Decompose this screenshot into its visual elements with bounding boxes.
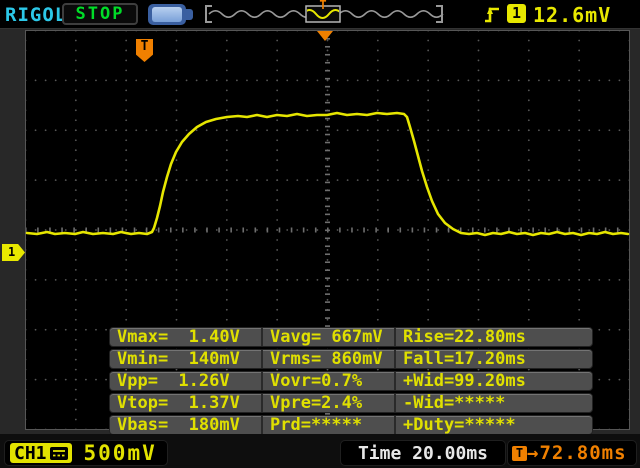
measurement-vpre: Vpre=2.4%	[261, 394, 394, 412]
measurement-vmin: Vmin= 140mV	[110, 350, 261, 368]
measurement-vbas: Vbas= 180mV	[110, 416, 261, 434]
trigger-offset-value: →72.80ms	[527, 442, 627, 464]
measurement-prd: Prd=*****	[261, 416, 394, 434]
trigger-offset-badge: T	[512, 446, 527, 461]
svg-text:T: T	[319, 0, 326, 12]
measurement-row: Vmax= 1.40V Vavg= 667mV Rise=22.80ms	[109, 327, 593, 347]
measurement-rise: Rise=22.80ms	[394, 328, 592, 346]
measurement-fall: Fall=17.20ms	[394, 350, 592, 368]
trigger-level-value: 12.6mV	[533, 3, 611, 27]
measurement-row: Vbas= 180mV Prd=***** +Duty=*****	[109, 415, 593, 435]
oscilloscope-screen: RIGOL STOP T 1 12.6mV T 1 Vmax= 1.40V Va…	[0, 0, 640, 468]
measurement-vrms: Vrms= 860mV	[261, 350, 394, 368]
dc-coupling-icon	[50, 447, 68, 460]
top-bar: RIGOL STOP T 1 12.6mV	[0, 0, 640, 29]
usb-drive-icon	[148, 4, 186, 25]
brand-logo: RIGOL	[5, 4, 67, 26]
channel1-label: CH1	[14, 443, 47, 464]
channel1-scale-value: 500mV	[84, 441, 157, 465]
horizontal-trigger-marker-icon	[317, 31, 333, 41]
trigger-offset-group: T →72.80ms	[507, 440, 637, 466]
measurement-pduty: +Duty=*****	[394, 416, 592, 434]
timebase-value: Time 20.00ms	[340, 440, 506, 466]
measurement-row: Vtop= 1.37V Vpre=2.4% -Wid=*****	[109, 393, 593, 413]
measurement-nwid: -Wid=*****	[394, 394, 592, 412]
horizontal-position-indicator: T	[203, 0, 445, 27]
measurement-vavg: Vavg= 667mV	[261, 328, 394, 346]
channel1-ground-marker: 1	[2, 244, 25, 261]
measurement-vovr: Vovr=0.7%	[261, 372, 394, 390]
usb-drive-icon-plug	[185, 9, 193, 20]
trigger-edge-icon	[483, 4, 501, 24]
measurement-vpp: Vpp= 1.26V	[110, 372, 261, 390]
usb-drive-icon-body	[152, 7, 182, 22]
trigger-source-badge: 1	[507, 4, 526, 23]
measurement-vtop: Vtop= 1.37V	[110, 394, 261, 412]
bottom-bar: CH1 500mV Time 20.00ms T →72.80ms	[0, 434, 640, 468]
trigger-offset-arrow-icon: →	[527, 442, 539, 464]
channel1-status-group: CH1 500mV	[4, 440, 168, 466]
measurement-pwid: +Wid=99.20ms	[394, 372, 592, 390]
channel1-badge: CH1	[10, 443, 72, 463]
measurement-row: Vmin= 140mV Vrms= 860mV Fall=17.20ms	[109, 349, 593, 369]
display-area: T 1 Vmax= 1.40V Vavg= 667mV Rise=22.80ms…	[25, 30, 630, 430]
measurement-vmax: Vmax= 1.40V	[110, 328, 261, 346]
measurement-row: Vpp= 1.26V Vovr=0.7% +Wid=99.20ms	[109, 371, 593, 391]
run-state-badge: STOP	[62, 3, 138, 25]
